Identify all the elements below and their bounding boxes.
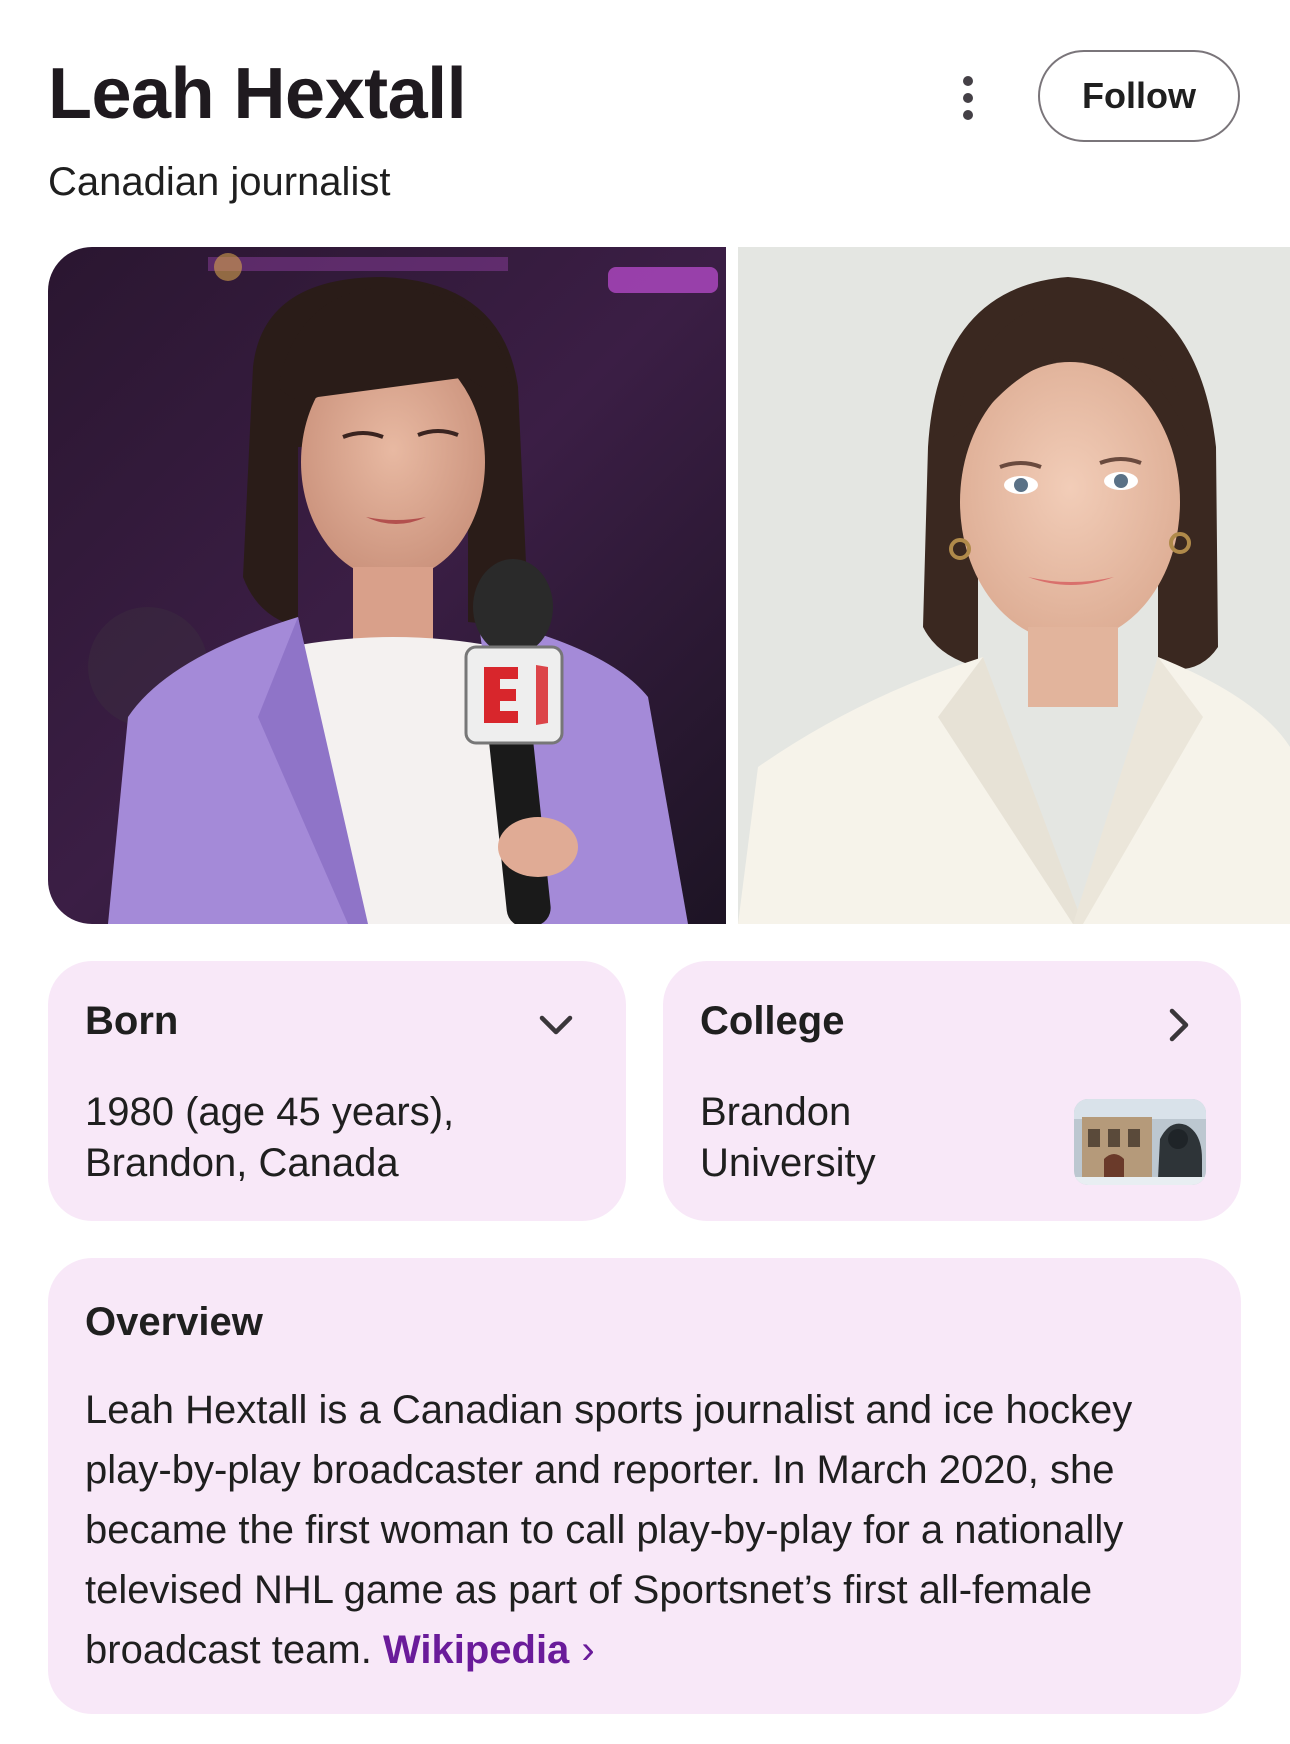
college-label: College [700,999,845,1043]
college-value: Brandon University [700,1090,876,1185]
overview-description: Leah Hextall is a Canadian sports journa… [85,1388,1133,1672]
chevron-down-icon [539,1015,573,1035]
more-vert-icon [963,76,973,86]
born-card[interactable]: Born 1980 (age 45 years), Brandon, Canad… [48,961,626,1221]
born-value: 1980 (age 45 years), Brandon, Canada [85,1090,455,1185]
overview-text: Leah Hextall is a Canadian sports journa… [85,1380,1215,1680]
overview-card: Overview Leah Hextall is a Canadian spor… [48,1258,1241,1714]
page-subtitle: Canadian journalist [48,160,391,204]
photo-espn-microphone[interactable] [48,247,726,924]
page-title: Leah Hextall [48,54,467,134]
follow-button[interactable]: Follow [1038,50,1240,142]
overview-label: Overview [85,1300,263,1344]
wikipedia-link[interactable]: Wikipedia › [383,1628,595,1672]
knowledge-panel: Leah Hextall Canadian journalist Follow [0,0,1290,1744]
chevron-right-icon: › [581,1628,595,1672]
wikipedia-link-label: Wikipedia [382,1628,570,1672]
photo-white-blazer[interactable] [738,247,1290,924]
chevron-right-icon [1169,1008,1189,1042]
college-thumbnail [1074,1099,1206,1185]
college-card[interactable]: College Brandon University [663,961,1241,1221]
born-label: Born [85,999,179,1043]
more-options-button[interactable] [940,62,996,134]
